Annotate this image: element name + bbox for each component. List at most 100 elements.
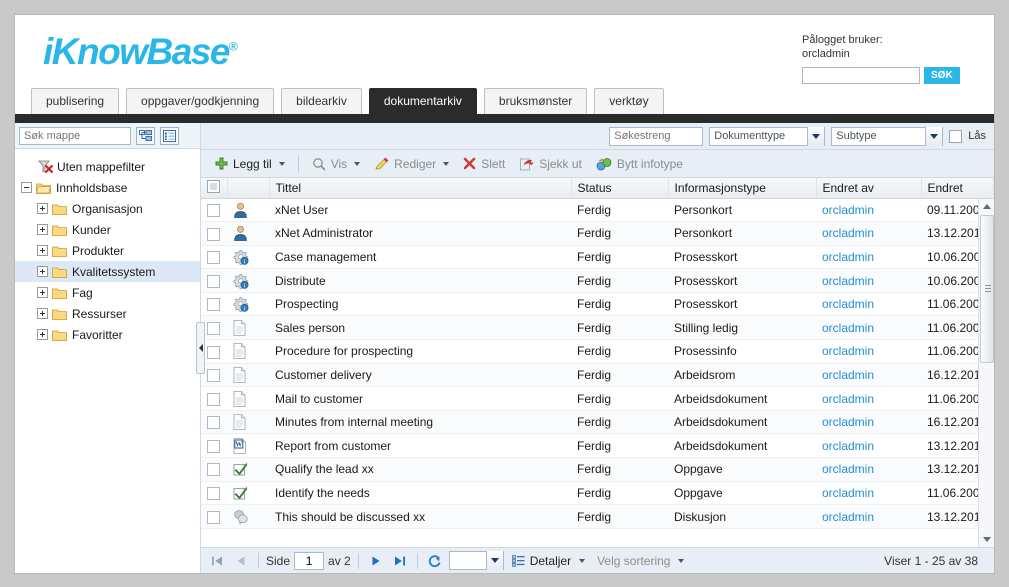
add-button[interactable]: Legg til [209, 155, 291, 173]
tree-node-no-folder-filter[interactable]: Uten mappefilter [15, 156, 200, 177]
expand-icon[interactable] [37, 287, 48, 298]
tree-node-fag[interactable]: Fag [15, 282, 200, 303]
cell-modified-by[interactable]: orcladmin [816, 198, 921, 223]
column-header-tittel[interactable]: Tittel [269, 178, 572, 199]
row-select-cell[interactable] [201, 292, 227, 317]
user-link[interactable]: orcladmin [822, 415, 874, 429]
row-select-cell[interactable] [201, 245, 227, 270]
column-header-informasjonstype[interactable]: Informasjonstype [668, 178, 817, 199]
cell-modified-by[interactable]: orcladmin [816, 268, 921, 293]
search-string-input[interactable] [609, 126, 704, 146]
cell-modified-by[interactable]: orcladmin [816, 504, 921, 529]
row-checkbox[interactable] [207, 510, 220, 524]
tab-verktoy[interactable]: verktøy [594, 88, 664, 114]
cell-title[interactable]: xNet Administrator [269, 221, 571, 246]
row-checkbox[interactable] [207, 251, 220, 265]
user-link[interactable]: orcladmin [822, 226, 874, 240]
cell-modified-by[interactable]: orcladmin [816, 386, 921, 411]
checkout-button[interactable]: Sjekk ut [513, 155, 588, 173]
user-link[interactable]: orcladmin [822, 274, 874, 288]
table-vertical-scrollbar[interactable] [978, 199, 994, 547]
cell-modified-by[interactable]: orcladmin [816, 292, 921, 317]
user-link[interactable]: orcladmin [822, 510, 874, 524]
row-select-cell[interactable] [201, 457, 227, 482]
cell-title[interactable]: Sales person [269, 315, 571, 341]
header-search-input[interactable] [802, 67, 920, 84]
row-checkbox[interactable] [207, 392, 220, 406]
details-button[interactable]: Detaljer [508, 554, 589, 568]
table-row[interactable]: xNet Administrator Ferdig Personkort orc… [201, 221, 994, 246]
row-checkbox[interactable] [207, 274, 220, 288]
cell-modified-by[interactable]: orcladmin [816, 221, 921, 246]
user-link[interactable]: orcladmin [822, 321, 874, 335]
cell-title[interactable]: Report from customer [269, 433, 571, 459]
tree-node-organisasjon[interactable]: Organisasjon [15, 198, 200, 219]
expand-icon[interactable] [37, 203, 48, 214]
row-checkbox[interactable] [207, 416, 220, 430]
row-select-cell[interactable] [201, 386, 227, 411]
row-checkbox[interactable] [207, 369, 220, 383]
select-all-header[interactable] [201, 178, 228, 199]
header-search-button[interactable]: SØK [924, 67, 960, 84]
document-type-select[interactable]: Dokumenttype [709, 126, 826, 146]
page-number-input[interactable] [294, 551, 325, 570]
cell-title[interactable]: Customer delivery [269, 363, 571, 388]
table-row[interactable]: i Case management Ferdig Prosesskort orc… [201, 245, 994, 270]
tab-publisering[interactable]: publisering [31, 88, 120, 114]
row-checkbox[interactable] [207, 203, 220, 217]
expand-icon[interactable] [37, 224, 48, 235]
first-page-button[interactable] [207, 551, 227, 571]
scrollbar-thumb[interactable] [980, 215, 994, 363]
user-link[interactable]: orcladmin [822, 203, 874, 217]
edit-button[interactable]: Rediger [368, 155, 455, 173]
tab-oppgaver-godkjenning[interactable]: oppgaver/godkjenning [126, 88, 275, 114]
cell-modified-by[interactable]: orcladmin [816, 433, 921, 459]
cell-title[interactable]: Case management [269, 245, 571, 270]
tab-bildearkiv[interactable]: bildearkiv [281, 88, 362, 114]
user-link[interactable]: orcladmin [822, 462, 874, 476]
row-checkbox[interactable] [207, 345, 220, 359]
table-row[interactable]: xNet User Ferdig Personkort orcladmin 09… [201, 198, 994, 223]
cell-modified-by[interactable]: orcladmin [816, 363, 921, 388]
tree-node-favoritter[interactable]: Favoritter [15, 324, 200, 345]
tree-node-ressurser[interactable]: Ressurser [15, 303, 200, 324]
row-checkbox[interactable] [207, 463, 220, 477]
lock-checkbox[interactable] [949, 129, 963, 143]
cell-title[interactable]: Qualify the lead xx [269, 457, 571, 482]
table-row[interactable]: This should be discussed xx Ferdig Disku… [201, 504, 994, 529]
column-header-endret-av[interactable]: Endret av [816, 178, 922, 199]
cell-modified-by[interactable]: orcladmin [816, 457, 921, 482]
cell-title[interactable]: Prospecting [269, 292, 571, 317]
cell-modified-by[interactable]: orcladmin [816, 410, 921, 435]
expand-icon[interactable] [37, 308, 48, 319]
table-row[interactable]: Minutes from internal meeting Ferdig Arb… [201, 410, 994, 435]
user-link[interactable]: orcladmin [822, 486, 874, 500]
table-row[interactable]: i Prospecting Ferdig Prosesskort orcladm… [201, 292, 994, 317]
scroll-down-icon[interactable] [979, 532, 994, 547]
tree-node-kunder[interactable]: Kunder [15, 219, 200, 240]
subtype-select[interactable]: Subtype [831, 126, 944, 146]
row-checkbox[interactable] [207, 487, 220, 501]
tree-node-innholdsbase[interactable]: Innholdsbase [15, 177, 200, 198]
scroll-up-icon[interactable] [979, 199, 994, 214]
user-link[interactable]: orcladmin [822, 439, 874, 453]
row-select-cell[interactable] [201, 481, 227, 506]
cell-modified-by[interactable]: orcladmin [816, 315, 921, 341]
cell-title[interactable]: Distribute [269, 268, 571, 293]
table-row[interactable]: Sales person Ferdig Stilling ledig orcla… [201, 315, 994, 341]
cell-title[interactable]: Mail to customer [269, 386, 571, 411]
sidebar-collapse-handle[interactable] [196, 322, 205, 374]
cell-title[interactable]: Minutes from internal meeting [269, 410, 571, 435]
cell-title[interactable]: This should be discussed xx [269, 504, 571, 529]
user-link[interactable]: orcladmin [822, 392, 874, 406]
row-select-cell[interactable] [201, 433, 227, 459]
page-size-select[interactable] [448, 551, 504, 570]
folder-search-input[interactable] [19, 126, 131, 145]
tab-bruksmonster[interactable]: bruksmønster [483, 88, 588, 114]
row-select-cell[interactable] [201, 198, 227, 223]
cell-title[interactable]: Identify the needs [269, 481, 571, 506]
row-checkbox[interactable] [207, 439, 220, 453]
refresh-button[interactable] [425, 551, 445, 571]
expand-icon[interactable] [37, 245, 48, 256]
table-row[interactable]: Qualify the lead xx Ferdig Oppgave orcla… [201, 457, 994, 482]
